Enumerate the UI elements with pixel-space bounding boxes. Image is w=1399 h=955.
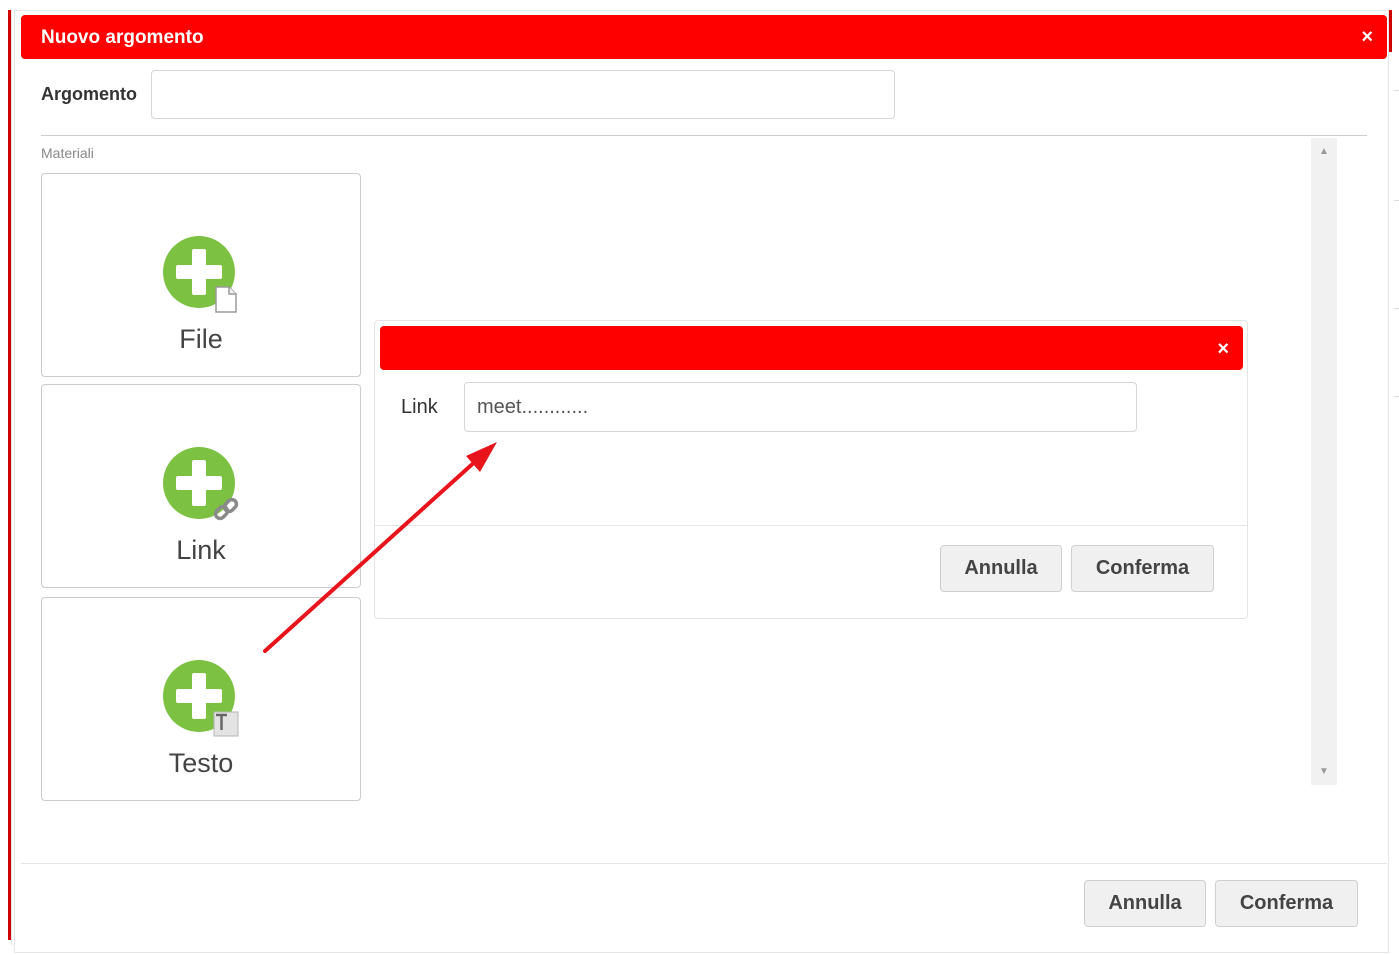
annotation-arrow (263, 442, 497, 653)
